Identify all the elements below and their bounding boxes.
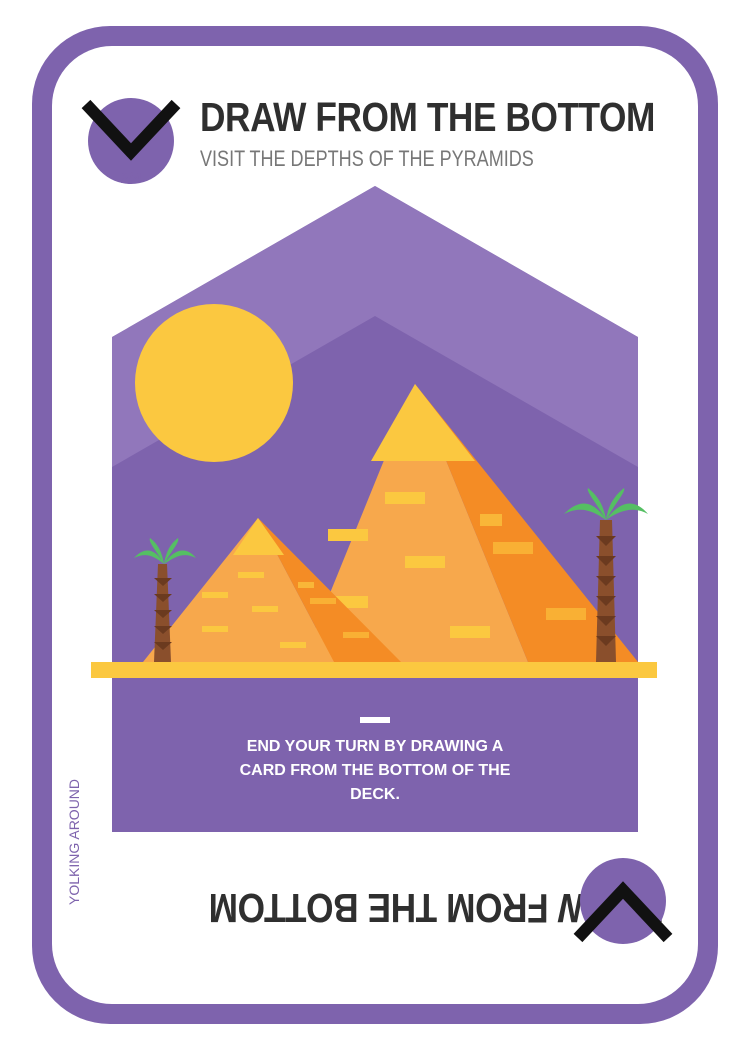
chevron-up-icon <box>573 881 673 943</box>
effect-divider <box>360 717 390 723</box>
brand-label: YOLKING AROUND <box>66 778 82 905</box>
card-effect-text: END YOUR TURN BY DRAWING A CARD FROM THE… <box>239 738 511 803</box>
sand-strip <box>91 662 657 678</box>
card-subtitle: VISIT THE DEPTHS OF THE PYRAMIDS <box>200 146 534 171</box>
card-title: DRAW FROM THE BOTTOM <box>200 94 655 140</box>
card-count: 2/4 <box>120 170 142 187</box>
sun-icon <box>135 304 293 462</box>
direction-badge-bottom <box>573 858 673 944</box>
desert-scene <box>91 186 657 678</box>
